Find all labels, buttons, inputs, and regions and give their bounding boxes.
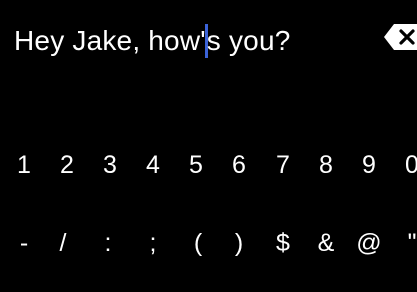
delete-key[interactable] bbox=[384, 22, 417, 52]
symbol-key-5[interactable]: ) bbox=[221, 218, 257, 268]
symbol-key-1[interactable]: / bbox=[45, 218, 81, 268]
symbol-row: - /:;() $ & @ " bbox=[0, 218, 417, 268]
digit-key-9[interactable]: 0 bbox=[394, 140, 417, 190]
digit-key-7[interactable]: 8 bbox=[308, 140, 344, 190]
symbol-key-9[interactable]: " bbox=[394, 218, 417, 268]
symbol-key-0[interactable]: - bbox=[6, 218, 42, 268]
message-text: Hey Jake, how ' s you? bbox=[14, 21, 291, 61]
digit-key-1[interactable]: 2 bbox=[49, 140, 85, 190]
symbol-key-2[interactable]: : bbox=[90, 218, 126, 268]
symbol-key-3[interactable]: ; bbox=[135, 218, 171, 268]
text-after-cursor: s you? bbox=[206, 25, 291, 56]
digit-key-6[interactable]: 7 bbox=[265, 140, 301, 190]
text-before-cursor: Hey Jake, how bbox=[14, 25, 201, 56]
digit-key-0[interactable]: 1 bbox=[6, 140, 42, 190]
digit-row: 1234567890 bbox=[0, 140, 417, 190]
digit-key-5[interactable]: 6 bbox=[221, 140, 257, 190]
symbol-key-6[interactable]: $ bbox=[265, 218, 301, 268]
symbol-key-4[interactable]: ( bbox=[180, 218, 216, 268]
numeric-keyboard: 1234567890 - /:;() $ & @ " bbox=[0, 140, 417, 292]
symbol-key-8[interactable]: @ bbox=[351, 218, 387, 268]
digit-key-3[interactable]: 4 bbox=[135, 140, 171, 190]
digit-key-2[interactable]: 3 bbox=[92, 140, 128, 190]
symbol-key-7[interactable]: & bbox=[308, 218, 344, 268]
delete-backspace-icon bbox=[384, 24, 417, 50]
message-text-field[interactable]: Hey Jake, how ' s you? bbox=[0, 0, 417, 80]
digit-key-4[interactable]: 5 bbox=[178, 140, 214, 190]
digit-key-8[interactable]: 9 bbox=[351, 140, 387, 190]
